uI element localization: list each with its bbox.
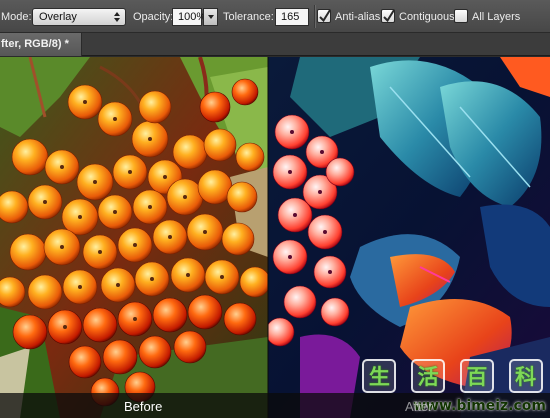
after-label: After: [405, 399, 433, 414]
document-tab-title: fter, RGB/8) *: [1, 38, 69, 50]
watermark-url: www.bimeiz.com: [413, 398, 546, 414]
opacity-value: 100%: [178, 11, 207, 23]
watermark: 生 活 百 科 www.bimeiz.com: [355, 357, 550, 418]
mode-label: Mode:: [1, 10, 32, 23]
image-canvas[interactable]: 生 活 百 科 www.bimeiz.com: [0, 57, 550, 418]
divider: [314, 5, 315, 28]
updown-arrows-icon: [114, 10, 122, 24]
opacity-label: Opacity:: [133, 10, 174, 23]
tolerance-field[interactable]: 165: [275, 8, 309, 26]
tolerance-label: Tolerance:: [223, 10, 274, 23]
tool-options-bar: Mode: Overlay Opacity: 100% Tolerance: 1…: [0, 0, 550, 33]
contiguous-label: Contiguous: [399, 10, 455, 23]
opacity-field[interactable]: 100%: [172, 8, 206, 26]
chevron-down-icon: [207, 15, 214, 19]
blend-mode-select[interactable]: Overlay: [32, 8, 126, 26]
document-tab[interactable]: fter, RGB/8) *: [0, 33, 82, 56]
contiguous-checkbox[interactable]: [381, 9, 395, 23]
watermark-char: 活: [411, 359, 446, 393]
anti-alias-label: Anti-alias: [335, 10, 381, 23]
opacity-dropdown-button[interactable]: [203, 8, 218, 26]
before-label: Before: [124, 399, 163, 414]
watermark-char: 科: [508, 359, 543, 393]
document-tab-bar: fter, RGB/8) *: [0, 33, 550, 56]
all-layers-label: All Layers: [472, 10, 521, 23]
blend-mode-value: Overlay: [39, 11, 77, 23]
anti-alias-checkbox[interactable]: [317, 9, 331, 23]
watermark-char: 百: [459, 359, 494, 393]
tolerance-value: 165: [281, 11, 300, 23]
checkmark-icon: [319, 9, 331, 23]
watermark-char: 生: [362, 359, 397, 393]
checkmark-icon: [383, 9, 395, 23]
all-layers-checkbox[interactable]: [454, 9, 468, 23]
